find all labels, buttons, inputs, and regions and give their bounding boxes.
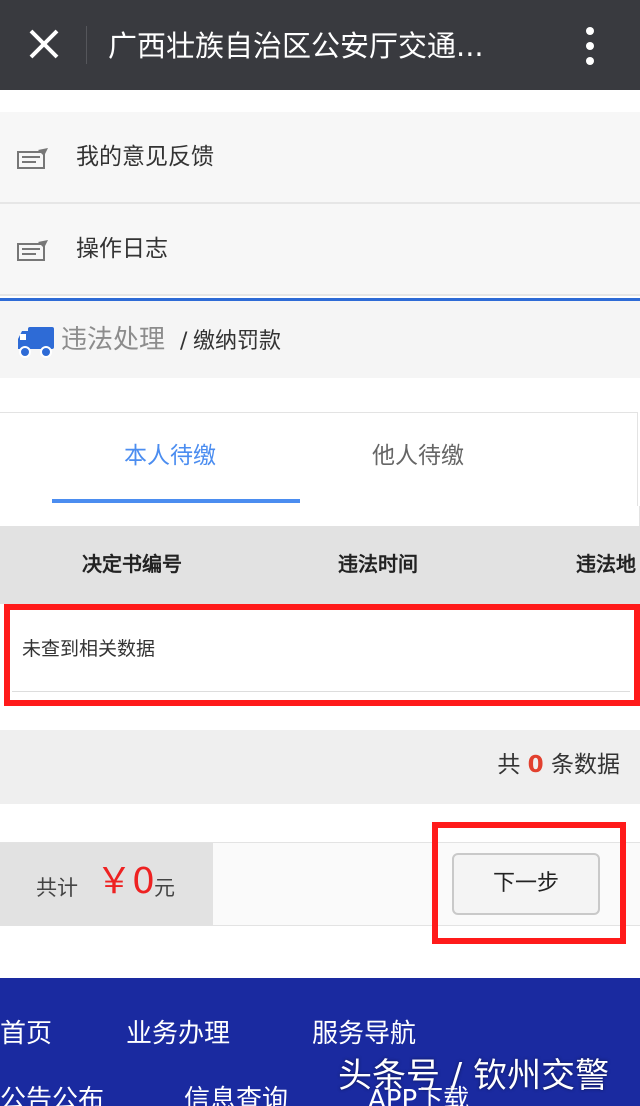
- watermark-text: 头条号 / 钦州交警: [338, 1056, 610, 1096]
- page-title: 广西壮族自治区公安厅交通...: [108, 29, 484, 63]
- tab-others-pending[interactable]: 他人待缴: [372, 439, 464, 473]
- breadcrumb-separator: /: [180, 329, 188, 354]
- menu-item-label: 我的意见反馈: [76, 144, 214, 170]
- breadcrumb-current: 缴纳罚款: [193, 329, 282, 354]
- total-unit: 元: [154, 876, 175, 900]
- record-count-text: 共 0 条数据: [497, 748, 620, 782]
- tab-bar: 本人待缴 他人待缴: [0, 412, 638, 506]
- footer-link-service-nav[interactable]: 服务导航: [312, 1016, 416, 1052]
- footer-link-announcements[interactable]: 公告公布: [0, 1082, 104, 1106]
- total-box: 共计 ￥0 元: [0, 843, 213, 926]
- footer-link-info-query[interactable]: 信息查询: [184, 1082, 288, 1106]
- more-vertical-icon[interactable]: [576, 25, 604, 67]
- breadcrumb-section[interactable]: 违法处理: [61, 322, 165, 358]
- active-tab-indicator: [52, 499, 300, 503]
- footer-link-business[interactable]: 业务办理: [126, 1016, 230, 1052]
- table-spacer: [0, 506, 640, 526]
- title-bar: 广西壮族自治区公安厅交通...: [0, 0, 640, 90]
- column-header-violation-time: 违法时间: [338, 552, 418, 576]
- close-icon[interactable]: [22, 22, 66, 66]
- menu-item-operation-log[interactable]: 操作日志: [0, 204, 640, 296]
- highlight-box-empty-row: [4, 604, 640, 706]
- record-count-prefix: 共: [497, 752, 521, 778]
- record-count-suffix: 条数据: [551, 752, 620, 778]
- breadcrumb: 违法处理 / 缴纳罚款: [0, 298, 640, 378]
- menu-item-feedback[interactable]: 我的意见反馈: [0, 112, 640, 204]
- record-count-number: 0: [527, 752, 544, 778]
- truck-icon: [18, 327, 54, 358]
- table-header: 决定书编号 违法时间 违法地: [0, 526, 640, 604]
- total-label: 共计: [36, 876, 78, 900]
- card-icon: [17, 240, 48, 261]
- menu-item-label: 操作日志: [76, 236, 168, 262]
- title-separator: [86, 26, 87, 64]
- column-header-violation-location: 违法地: [576, 552, 636, 576]
- highlight-box-next-button: [432, 822, 626, 944]
- card-icon: [17, 148, 48, 169]
- column-header-decision-number: 决定书编号: [82, 552, 182, 576]
- record-count-bar: 共 0 条数据: [0, 730, 640, 804]
- footer-link-home[interactable]: 首页: [0, 1016, 52, 1052]
- tab-self-pending[interactable]: 本人待缴: [124, 439, 216, 473]
- total-amount: ￥0: [96, 861, 155, 902]
